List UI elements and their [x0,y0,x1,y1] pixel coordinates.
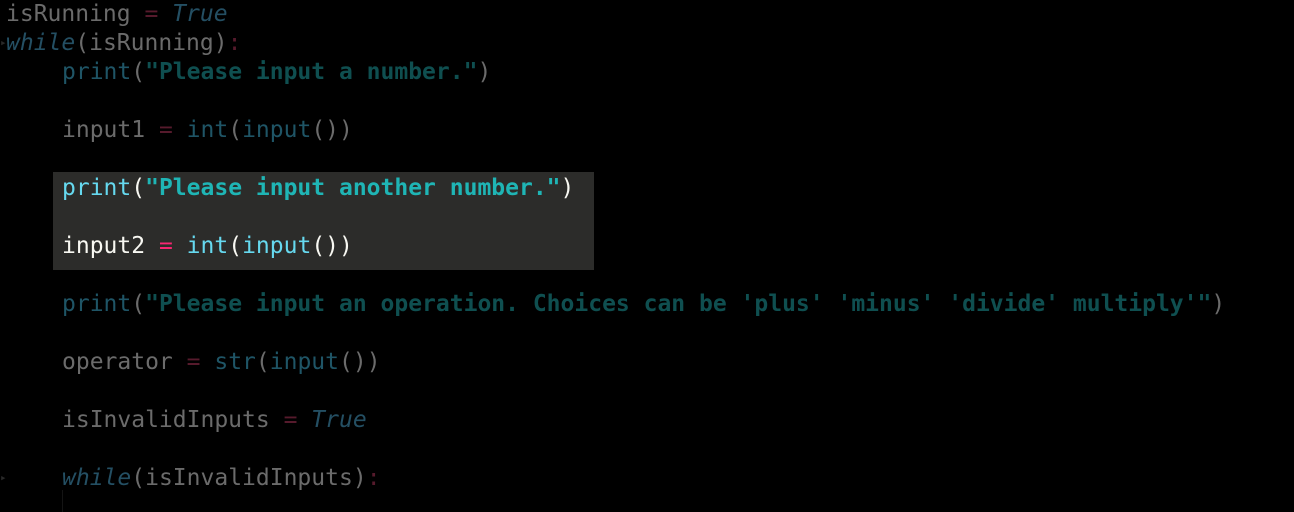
code-line-9[interactable]: isInvalidInputs = True [62,406,367,435]
code-line-2[interactable]: while(isRunning): [6,29,241,58]
function-name: input [242,233,312,259]
function-name: int [186,233,229,259]
paren: ( [131,59,146,85]
code-line-10[interactable]: while(isInvalidInputs): [62,464,381,493]
function-name: print [62,59,132,85]
paren: ( [228,117,243,143]
constant: True [311,407,367,433]
code-line-4[interactable]: input1 = int(input()) [62,116,353,145]
identifier: operator [62,349,173,375]
function-name: print [62,175,132,201]
string-literal: "Please input another number." [145,175,561,201]
identifier: isInvalidInputs [145,465,353,491]
paren: ) [213,30,228,56]
identifier: input1 [62,117,146,143]
operator: = [158,233,173,259]
operator: = [186,349,201,375]
keyword: while [6,30,76,56]
paren: ) [560,175,575,201]
paren: ()) [339,349,381,375]
paren: ()) [311,117,353,143]
fold-icon[interactable]: ▸ [0,472,7,484]
colon: : [227,30,242,56]
code-line-7[interactable]: print("Please input an operation. Choice… [62,290,1225,319]
operator: = [158,117,173,143]
paren: ( [131,175,146,201]
function-name: str [214,349,256,375]
operator: = [144,1,159,27]
code-line-1[interactable]: isRunning = True [6,0,228,29]
paren: ( [131,465,146,491]
paren: ( [75,30,90,56]
indent-guide [62,490,63,512]
paren: ()) [311,233,353,259]
code-editor[interactable]: isRunning = True ▸ while(isRunning): pri… [0,0,1294,512]
paren: ( [131,291,146,317]
paren: ) [352,465,367,491]
paren: ) [477,59,492,85]
colon: : [366,465,381,491]
constant: True [172,1,228,27]
keyword: while [62,465,132,491]
code-line-5[interactable]: print("Please input another number.") [62,174,574,203]
identifier: isRunning [89,30,214,56]
function-name: input [242,117,312,143]
function-name: input [269,349,340,375]
code-line-8[interactable]: operator = str(input()) [62,348,381,377]
paren: ( [255,349,270,375]
function-name: int [186,117,229,143]
string-literal: "Please input an operation. Choices can … [145,291,1212,317]
code-line-6[interactable]: input2 = int(input()) [62,232,353,261]
paren: ( [228,233,243,259]
identifier: input2 [62,233,146,259]
identifier: isRunning [6,1,131,27]
identifier: isInvalidInputs [62,407,270,433]
string-literal: "Please input a number." [145,59,478,85]
paren: ) [1211,291,1226,317]
operator: = [283,407,298,433]
function-name: print [62,291,132,317]
code-line-3[interactable]: print("Please input a number.") [62,58,491,87]
